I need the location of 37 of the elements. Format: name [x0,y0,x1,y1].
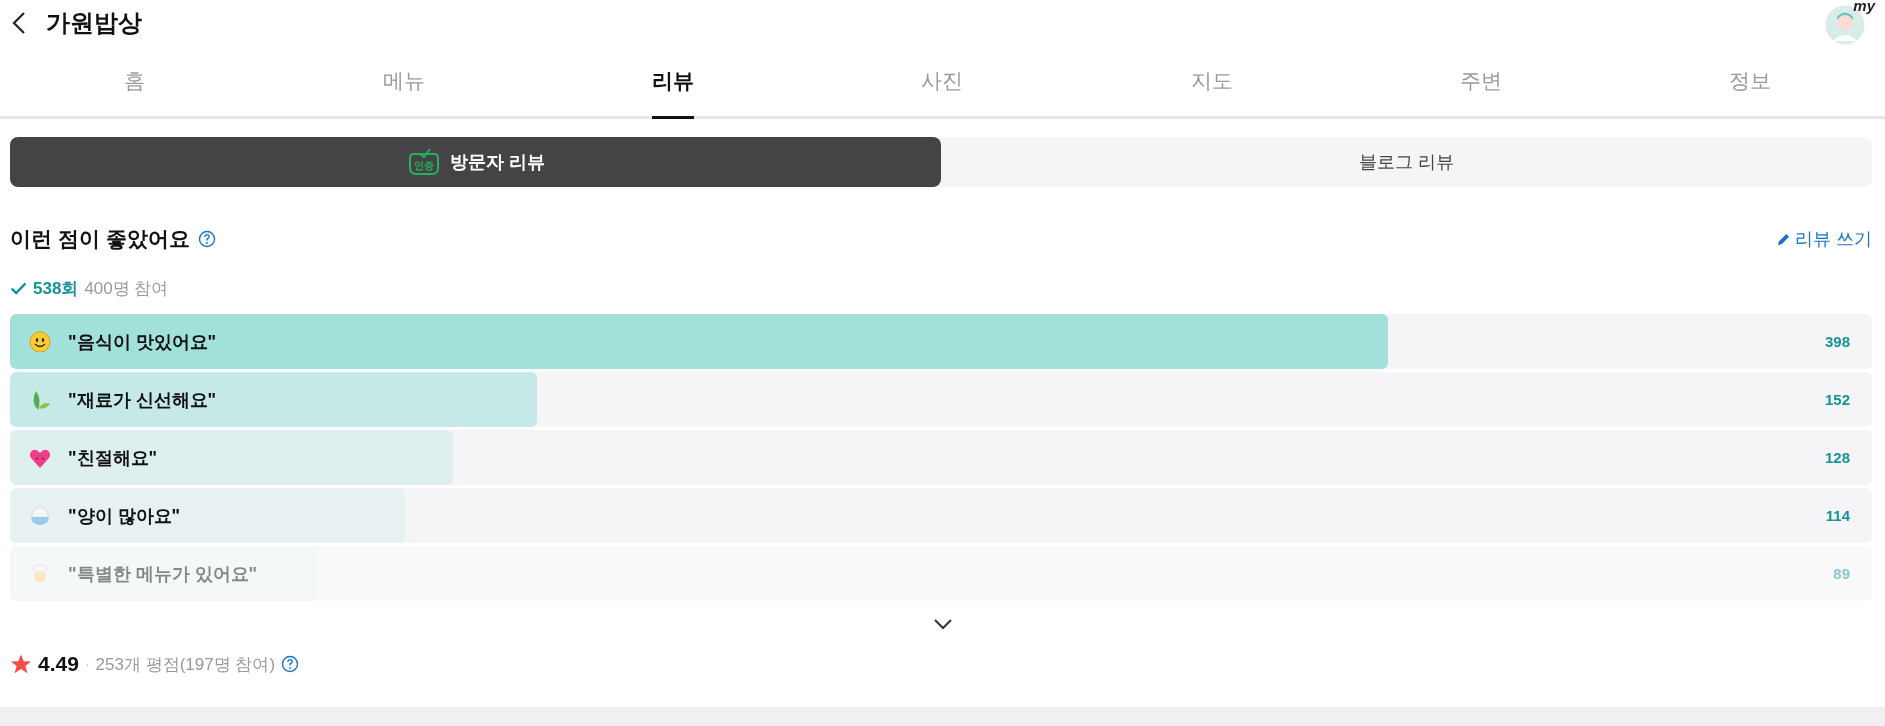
nav-tab[interactable]: 메뉴 [269,46,539,116]
keyword-count: 128 [1824,449,1850,466]
rice-bowl-icon [28,503,52,528]
star-icon [10,653,32,675]
keyword-count: 398 [1824,333,1850,350]
nav-tab[interactable]: 홈 [0,46,270,116]
review-type-tab[interactable]: 인증 방문자 리뷰 [10,137,941,187]
nav-tab[interactable]: 정보 [1615,46,1885,116]
check-icon [10,282,27,295]
nav-tab[interactable]: 지도 [1077,46,1347,116]
write-review-link[interactable]: 리뷰 쓰기 [1776,227,1872,251]
avatar-label: my [1853,0,1875,14]
place-title: 가원밥상 [46,8,142,38]
help-icon[interactable] [197,230,216,248]
participant-count: 400명 참여 [84,278,169,300]
back-icon[interactable] [12,11,26,35]
keyword-label: "양이 많아요" [68,504,181,528]
review-type-tab[interactable]: 블로그 리뷰 [941,137,1872,187]
nav-tab[interactable]: 주변 [1346,46,1616,116]
vote-count: 538회 [33,278,79,300]
keyword-label: "재료가 신선해요" [68,388,217,412]
keyword-count: 152 [1824,391,1850,408]
smiley-icon [28,329,52,354]
expand-chevron-icon[interactable] [932,618,953,630]
help-icon[interactable] [281,655,300,673]
rating-summary: 253개 평점(197명 참여) [95,653,276,676]
pencil-icon [1776,231,1791,247]
keyword-count: 89 [1833,565,1850,582]
keyword-label: "친절해요" [68,446,158,470]
keyword-count: 114 [1825,507,1850,524]
keyword-label: "특별한 메뉴가 있어요" [68,562,258,586]
rating-score: 4.49 [38,652,79,676]
keyword-label: "음식이 맛있어요" [68,330,217,354]
section-title: 이런 점이 좋았어요 [10,226,190,252]
separator-dot: · [84,656,90,672]
nav-tab[interactable]: 사진 [807,46,1078,116]
nav-tab[interactable]: 리뷰 [538,46,808,116]
